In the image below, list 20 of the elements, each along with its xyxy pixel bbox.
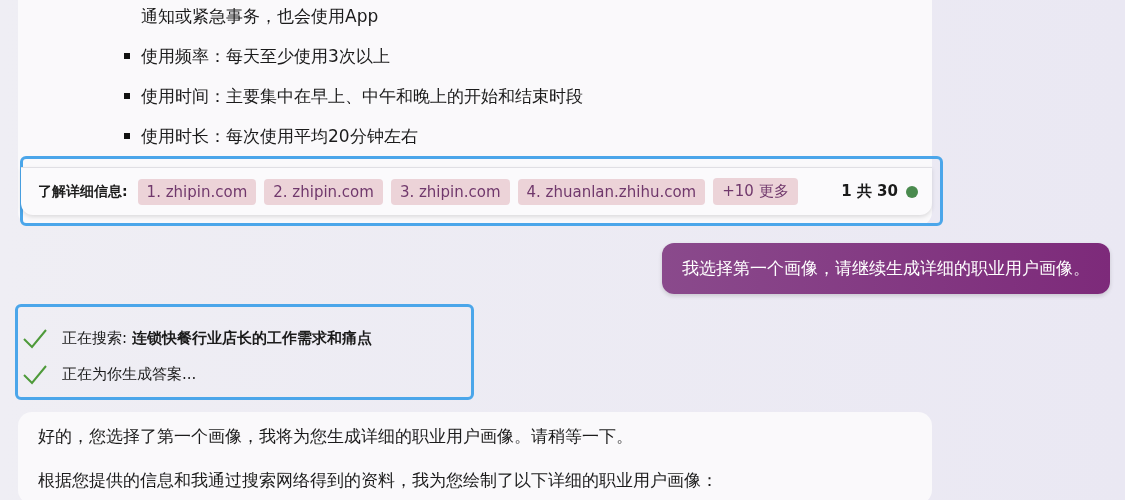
user-message: 我选择第一个画像，请继续生成详细的职业用户画像。 <box>662 243 1110 294</box>
list-item: 使用时间：主要集中在早上、中午和晚上的开始和结束时段 <box>141 85 583 108</box>
progress-text: 正在为你生成答案... <box>62 364 197 384</box>
answer-paragraph: 根据您提供的信息和我通过搜索网络得到的资料，我为您绘制了以下详细的职业用户画像： <box>38 469 719 492</box>
list-text: 通知或紧急事务，也会使用App <box>140 5 380 28</box>
sources-label: 了解详细信息: <box>38 182 128 201</box>
source-link[interactable]: 4. zhuanlan.zhihu.com <box>517 178 706 205</box>
answer-paragraph: 好的，您选择了第一个画像，我将为您生成详细的职业用户画像。请稍等一下。 <box>38 425 634 448</box>
status-dot <box>906 185 918 198</box>
progress-text: 正在搜索: 连锁快餐行业店长的工作需求和痛点 <box>62 328 372 348</box>
bullet-icon <box>124 53 130 59</box>
list-item: 使用频率：每天至少使用3次以上 <box>141 45 390 68</box>
bullet-icon <box>124 133 130 139</box>
source-link[interactable]: 2. zhipin.com <box>264 178 383 205</box>
bullet-icon <box>124 93 130 99</box>
list-item: 使用时长：每次使用平均20分钟左右 <box>141 125 418 148</box>
source-link[interactable]: 1. zhipin.com <box>137 178 257 205</box>
source-link[interactable]: 3. zhipin.com <box>390 178 510 205</box>
more-sources-link[interactable]: +10 更多 <box>713 178 798 205</box>
response-count: 1 共 30 <box>841 182 898 201</box>
